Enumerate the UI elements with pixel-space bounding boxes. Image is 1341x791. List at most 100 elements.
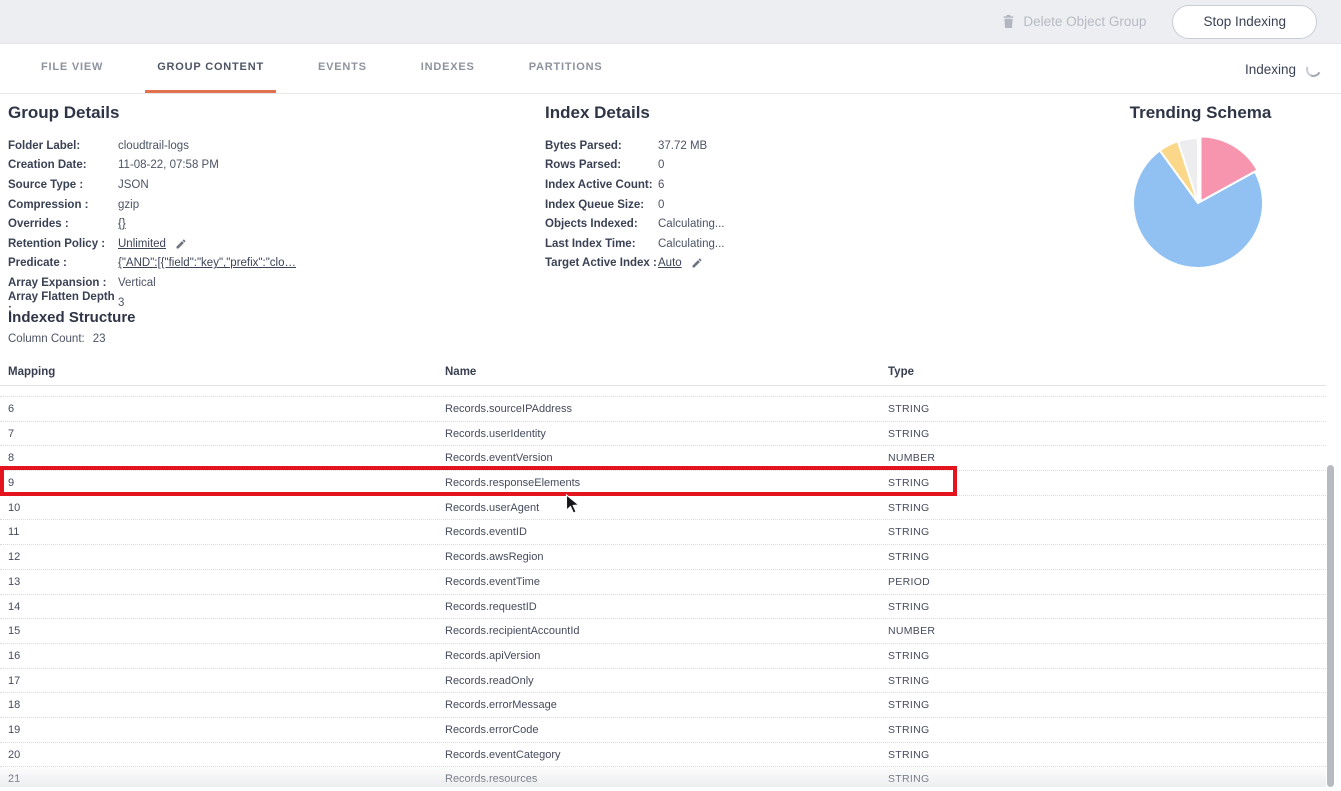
field-label: Bytes Parsed: bbox=[545, 140, 658, 152]
table-row[interactable]: 19Records.errorCodeSTRING bbox=[0, 717, 1326, 742]
field-label: Index Active Count: bbox=[545, 179, 658, 191]
row-mapping: 10 bbox=[8, 502, 20, 514]
detail-field-row: Objects Indexed:Calculating... bbox=[545, 214, 724, 234]
edit-pencil-icon[interactable] bbox=[175, 238, 187, 250]
row-type: STRING bbox=[888, 477, 929, 489]
trash-icon bbox=[1002, 14, 1015, 29]
row-name: Records.eventCategory bbox=[445, 749, 561, 761]
detail-field-row: Compression :gzip bbox=[8, 195, 296, 215]
row-type: STRING bbox=[888, 551, 929, 563]
stop-indexing-button[interactable]: Stop Indexing bbox=[1172, 5, 1317, 39]
tab-list: FILE VIEW GROUP CONTENT EVENTS INDEXES PARTI… bbox=[14, 44, 629, 93]
field-value-link[interactable]: Unlimited bbox=[118, 238, 166, 250]
table-header-type: Type bbox=[888, 366, 914, 378]
table-row[interactable]: 15 Records.recipientAccountId NUMBER bbox=[0, 618, 1326, 643]
column-count-value: 23 bbox=[93, 333, 106, 345]
group-details-title: Group Details bbox=[8, 103, 296, 123]
row-type: NUMBER bbox=[888, 452, 935, 464]
field-label: Creation Date: bbox=[8, 159, 118, 171]
field-value: 3 bbox=[118, 297, 124, 309]
trending-schema-pie-chart bbox=[1118, 123, 1278, 283]
table-row[interactable]: 12 Records.awsRegion STRING bbox=[0, 544, 1326, 569]
tab-indexes[interactable]: INDEXES bbox=[409, 44, 487, 93]
row-name: Records.requestID bbox=[445, 601, 537, 613]
row-mapping: 7 bbox=[8, 428, 14, 440]
table-row[interactable]: 8Records.eventVersionNUMBER bbox=[0, 445, 1326, 470]
table-row[interactable]: 16Records.apiVersionSTRING bbox=[0, 643, 1326, 668]
column-count: Column Count:23 bbox=[8, 333, 106, 345]
index-details-section: Index Details Bytes Parsed:37.72 MBRows … bbox=[545, 103, 724, 273]
table-row[interactable]: 20 Records.eventCategory STRING bbox=[0, 742, 1326, 767]
row-name: Records.userIdentity bbox=[445, 428, 546, 440]
row-mapping: 15 bbox=[8, 625, 20, 637]
edit-pencil-icon[interactable] bbox=[691, 257, 703, 269]
indexing-status: Indexing bbox=[1245, 44, 1321, 94]
row-mapping: 19 bbox=[8, 724, 20, 736]
field-value: 37.72 MB bbox=[658, 140, 707, 152]
row-mapping: 12 bbox=[8, 551, 20, 563]
mapping-table: 6Records.sourceIPAddressSTRING 7 Records.u… bbox=[0, 386, 1326, 791]
detail-field-row: Creation Date:11-08-22, 07:58 PM bbox=[8, 156, 296, 176]
detail-field-row: Overrides :{} bbox=[8, 214, 296, 234]
field-label: Compression : bbox=[8, 199, 118, 211]
row-name: Records.errorMessage bbox=[445, 699, 557, 711]
field-value: 11-08-22, 07:58 PM bbox=[118, 159, 219, 171]
field-value: Calculating... bbox=[658, 218, 724, 230]
row-mapping: 17 bbox=[8, 675, 20, 687]
field-label: Last Index Time: bbox=[545, 238, 658, 250]
table-row[interactable]: 11Records.eventIDSTRING bbox=[0, 519, 1326, 544]
table-row[interactable]: 21Records.resourcesSTRING bbox=[0, 766, 1326, 791]
table-header-row: MappingNameType bbox=[0, 362, 1326, 386]
vertical-scrollbar-thumb[interactable] bbox=[1327, 465, 1334, 787]
table-row[interactable]: 9Records.responseElementsSTRING bbox=[0, 470, 1326, 495]
row-mapping: 20 bbox=[8, 749, 20, 761]
table-row[interactable]: 17Records.readOnlySTRING bbox=[0, 668, 1326, 693]
row-mapping: 18 bbox=[8, 699, 20, 711]
row-name: Records.recipientAccountId bbox=[445, 625, 580, 637]
field-label: Source Type : bbox=[8, 179, 118, 191]
delete-object-group-label: Delete Object Group bbox=[1023, 14, 1146, 29]
field-value: 6 bbox=[658, 179, 664, 191]
table-row[interactable]: 6Records.sourceIPAddressSTRING bbox=[0, 396, 1326, 421]
row-type: STRING bbox=[888, 601, 929, 613]
row-name: Records.eventVersion bbox=[445, 452, 553, 464]
group-details-section: Group Details Folder Label:cloudtrail-lo… bbox=[8, 103, 296, 312]
tab-events[interactable]: EVENTS bbox=[306, 44, 379, 93]
field-value: 0 bbox=[658, 199, 664, 211]
tab-group-content[interactable]: GROUP CONTENT bbox=[145, 44, 276, 93]
row-name: Records.eventID bbox=[445, 526, 527, 538]
row-type: STRING bbox=[888, 502, 929, 514]
table-row[interactable]: 7Records.userIdentitySTRING bbox=[0, 421, 1326, 446]
row-mapping: 11 bbox=[8, 526, 19, 538]
table-header-mapping: Mapping bbox=[8, 366, 55, 378]
field-label: Folder Label: bbox=[8, 140, 118, 152]
field-value-link[interactable]: {} bbox=[118, 218, 126, 230]
table-row[interactable]: 18Records.errorMessageSTRING bbox=[0, 692, 1326, 717]
field-label: Rows Parsed: bbox=[545, 159, 658, 171]
detail-field-row: Bytes Parsed:37.72 MB bbox=[545, 136, 724, 156]
field-label: Retention Policy : bbox=[8, 238, 118, 250]
delete-object-group-button[interactable]: Delete Object Group bbox=[1002, 14, 1146, 29]
row-name: Records.responseElements bbox=[445, 477, 580, 489]
table-row[interactable]: 14 Records.requestID STRING bbox=[0, 594, 1326, 619]
table-row[interactable]: 13Records.eventTimePERIOD bbox=[0, 569, 1326, 594]
table-row[interactable]: 10Records.userAgentSTRING bbox=[0, 495, 1326, 520]
row-type: PERIOD bbox=[888, 576, 930, 588]
field-label: Array Expansion : bbox=[8, 277, 118, 289]
tab-file-view[interactable]: FILE VIEW bbox=[29, 44, 115, 93]
row-type: STRING bbox=[888, 403, 929, 415]
row-mapping: 14 bbox=[8, 601, 20, 613]
detail-field-row: Folder Label:cloudtrail-logs bbox=[8, 136, 296, 156]
row-name: Records.readOnly bbox=[445, 675, 534, 687]
field-label: Target Active Index : bbox=[545, 257, 658, 269]
row-name: Records.errorCode bbox=[445, 724, 539, 736]
field-value-link[interactable]: Auto bbox=[658, 257, 682, 269]
row-name: Records.awsRegion bbox=[445, 551, 543, 563]
field-value-link[interactable]: {"AND":[{"field":"key","prefix":"clo… bbox=[118, 257, 296, 269]
top-action-bar: Delete Object Group Stop Indexing bbox=[0, 0, 1341, 44]
row-type: STRING bbox=[888, 749, 929, 761]
row-type: NUMBER bbox=[888, 625, 935, 637]
detail-field-row: Predicate :{"AND":[{"field":"key","prefi… bbox=[8, 254, 296, 274]
indexed-structure-title: Indexed Structure bbox=[8, 309, 136, 326]
tab-partitions[interactable]: PARTITIONS bbox=[517, 44, 615, 93]
